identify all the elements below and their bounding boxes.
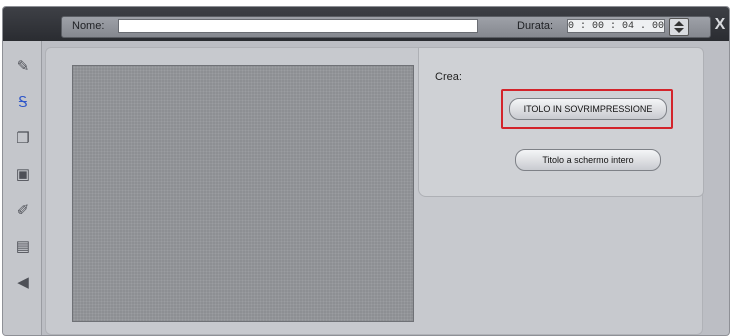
- overlay-title-button[interactable]: ITOLO IN SOVRIMPRESSIONE: [509, 98, 667, 120]
- title-icon: Ꭶ: [18, 93, 28, 111]
- tool-button-brush[interactable]: ✐: [11, 199, 35, 221]
- tool-button-speaker[interactable]: ◀: [11, 271, 35, 293]
- frame-icon: ▤: [15, 238, 31, 255]
- create-label: Crea:: [435, 71, 462, 83]
- brush-icon: ✐: [16, 202, 30, 219]
- preview-canvas[interactable]: [72, 65, 414, 322]
- layers-icon: ❐: [16, 130, 30, 147]
- tool-button-image[interactable]: ▣: [11, 163, 35, 185]
- chevron-up-icon[interactable]: [674, 21, 684, 26]
- duration-label: Durata:: [517, 20, 554, 32]
- fullscreen-title-button[interactable]: Titolo a schermo intero: [515, 149, 661, 171]
- title-bar: Nome: Durata: 0 : 00 : 04 . 00 X: [3, 7, 729, 41]
- chevron-down-icon[interactable]: [674, 28, 684, 33]
- close-button[interactable]: X: [711, 15, 729, 35]
- name-label: Nome:: [72, 20, 105, 32]
- content-area: Crea: ITOLO IN SOVRIMPRESSIONE Titolo a …: [45, 47, 704, 335]
- wand-icon: ✎: [16, 58, 30, 75]
- create-panel: Crea: ITOLO IN SOVRIMPRESSIONE Titolo a …: [418, 47, 704, 197]
- tool-button-layers[interactable]: ❐: [11, 127, 35, 149]
- title-properties-bar: Nome: Durata: 0 : 00 : 04 . 00: [61, 16, 711, 38]
- duration-input[interactable]: 0 : 00 : 04 . 00: [567, 19, 665, 33]
- speaker-icon: ◀: [17, 274, 29, 291]
- tool-button-frame[interactable]: ▤: [11, 235, 35, 257]
- duration-spinner[interactable]: [669, 18, 689, 36]
- image-icon: ▣: [15, 166, 31, 183]
- tool-button-title[interactable]: Ꭶ: [11, 91, 35, 113]
- name-input[interactable]: [118, 19, 478, 33]
- tool-button-wand[interactable]: ✎: [11, 55, 35, 77]
- tool-sidebar: ✎ Ꭶ ❐ ▣ ✐ ▤ ◀: [3, 41, 42, 335]
- title-editor-window: Nome: Durata: 0 : 00 : 04 . 00 X ✎ Ꭶ ❐ ▣…: [2, 6, 730, 336]
